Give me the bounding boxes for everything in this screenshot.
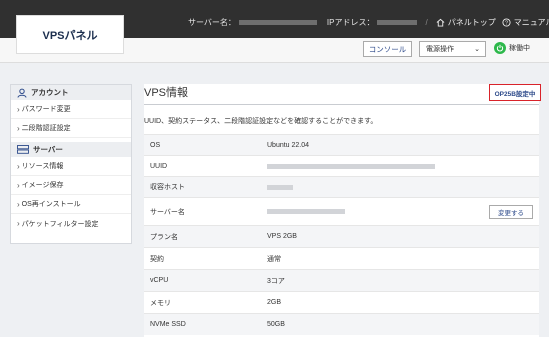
- row-key: メモリ: [150, 299, 171, 307]
- op25b-status-button[interactable]: OP25B設定中: [489, 84, 541, 101]
- help-icon: ?: [502, 17, 511, 26]
- user-icon: [17, 88, 27, 98]
- table-row-os: OS Ubuntu 22.04: [144, 134, 539, 155]
- chevron-right-icon: ›: [17, 104, 20, 114]
- status-label: 稼働中: [509, 45, 530, 52]
- row-value: 通常: [267, 255, 281, 263]
- sidebar-section-account-title: アカウント: [31, 88, 69, 97]
- table-row-nvme-ssd: NVMe SSD 50GB: [144, 313, 539, 335]
- row-key: OS: [150, 141, 161, 149]
- host-value-redacted: [267, 184, 293, 190]
- sidebar-item-resource-info[interactable]: › リソース情報: [11, 157, 131, 176]
- ip-address-value-redacted: [377, 20, 418, 25]
- sidebar-item-packet-filter[interactable]: › パケットフィルター設定: [11, 214, 131, 233]
- row-key: プラン名: [150, 233, 178, 241]
- page-description: UUID、契約ステータス、二段階認証設定などを確認することができます。: [144, 118, 378, 125]
- manual-link[interactable]: ? マニュアル: [502, 17, 549, 28]
- panel-top-label: パネルトップ: [447, 17, 496, 27]
- chevron-down-icon: ⌄: [474, 46, 480, 53]
- chevron-right-icon: ›: [17, 199, 20, 209]
- header-info: サーバー名： IPアドレス： / パネルトップ ? マニュアル: [188, 16, 549, 28]
- row-value: 50GB: [267, 321, 285, 328]
- sidebar-section-server: サーバー: [11, 142, 131, 157]
- row-key: 収容ホスト: [150, 184, 185, 191]
- server-status: 稼働中: [494, 42, 530, 54]
- sidebar-item-two-factor[interactable]: › 二段階認証設定: [11, 119, 131, 138]
- chevron-right-icon: ›: [17, 161, 20, 171]
- home-icon: [436, 18, 445, 27]
- title-divider: [144, 104, 539, 105]
- row-key: vCPU: [150, 277, 169, 284]
- manual-label: マニュアル: [513, 17, 549, 27]
- sidebar-item-label: パケットフィルター設定: [21, 220, 99, 228]
- sidebar-section-account: アカウント: [11, 85, 131, 100]
- sidebar-item-label: OS再インストール: [21, 201, 81, 208]
- sidebar-section-server-title: サーバー: [33, 145, 63, 154]
- chevron-right-icon: ›: [17, 219, 20, 228]
- header-separator: /: [425, 17, 428, 27]
- sidebar-item-password-change[interactable]: › パスワード変更: [11, 100, 131, 119]
- chevron-right-icon: ›: [17, 123, 20, 133]
- console-button[interactable]: コンソール: [363, 41, 412, 57]
- power-icon: [494, 42, 506, 54]
- sidebar-item-label: リソース情報: [21, 163, 64, 170]
- sidebar: アカウント › パスワード変更 › 二段階認証設定 サーバー › リソース情報 …: [10, 84, 132, 244]
- power-operation-select[interactable]: 電源操作 ⌄: [419, 41, 486, 57]
- server-name-label: サーバー名：: [188, 17, 236, 27]
- main-panel: VPS情報 OP25B設定中 UUID、契約ステータス、二段階認証設定などを確認…: [144, 84, 541, 337]
- ip-address-label: IPアドレス：: [326, 17, 375, 27]
- row-key: NVMe SSD: [150, 321, 186, 328]
- uuid-value-redacted: [267, 163, 435, 169]
- sidebar-item-label: パスワード変更: [21, 106, 71, 113]
- table-row-server-name: サーバー名 変更する: [144, 197, 539, 225]
- sidebar-item-label: 二段階認証設定: [21, 125, 71, 132]
- svg-text:?: ?: [505, 20, 508, 26]
- power-select-value: 電源操作: [426, 46, 454, 53]
- table-row-plan: プラン名 VPS 2GB: [144, 225, 539, 247]
- table-row-memory: メモリ 2GB: [144, 291, 539, 313]
- change-server-name-button[interactable]: 変更する: [489, 204, 533, 219]
- app-logo[interactable]: VPSパネル: [16, 15, 124, 54]
- table-row-host: 収容ホスト: [144, 176, 539, 197]
- table-row-vcpu: vCPU 3コア: [144, 269, 539, 291]
- row-key: サーバー名: [150, 208, 185, 216]
- sidebar-item-label: イメージ保存: [21, 182, 64, 189]
- table-row-uuid: UUID: [144, 155, 539, 176]
- server-icon: [17, 145, 29, 154]
- row-value: 2GB: [267, 299, 282, 306]
- server-name-value-redacted: [238, 20, 317, 25]
- page-title: VPS情報: [144, 87, 189, 99]
- sidebar-item-os-reinstall[interactable]: › OS再インストール: [11, 195, 131, 214]
- chevron-right-icon: ›: [17, 180, 20, 190]
- row-key: 契約: [150, 255, 164, 263]
- row-value: Ubuntu 22.04: [267, 141, 310, 149]
- sidebar-item-image-save[interactable]: › イメージ保存: [11, 176, 131, 195]
- row-value: VPS 2GB: [267, 233, 297, 240]
- table-row-contract: 契約 通常: [144, 247, 539, 269]
- row-value: 3コア: [267, 277, 285, 285]
- row-key: UUID: [150, 162, 168, 170]
- server-name-value-redacted: [267, 209, 345, 214]
- panel-top-link[interactable]: パネルトップ: [436, 17, 496, 28]
- vps-info-table: OS Ubuntu 22.04 UUID 収容ホスト サーバー名 変更する プラ…: [144, 134, 539, 335]
